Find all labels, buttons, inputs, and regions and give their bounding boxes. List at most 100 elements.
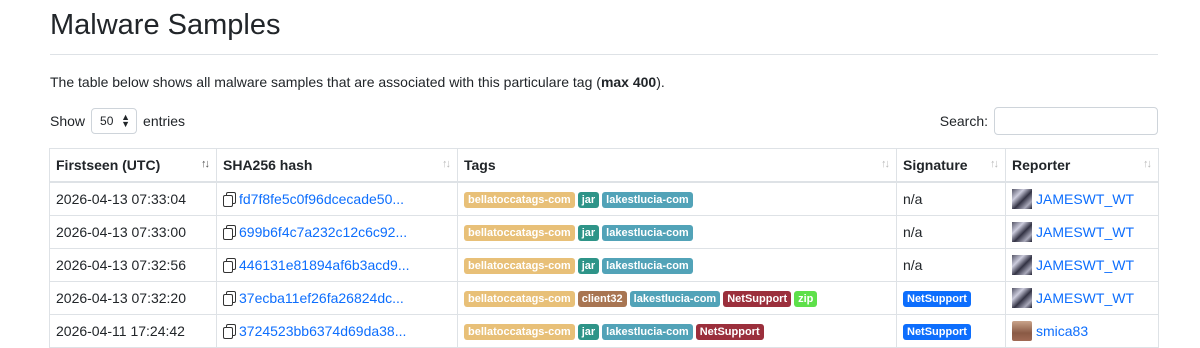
tag-badge[interactable]: NetSupport — [723, 291, 792, 307]
tags-cell: bellatoccatags-com jar lakestlucia-com NetS… — [457, 314, 897, 348]
reporter-link[interactable]: JAMESWT_WT — [1036, 257, 1134, 273]
hash-cell: 699b6f4c7a232c12c6c92... — [216, 215, 458, 249]
sha256-link[interactable]: 37ecba11ef26fa26824dc... — [239, 290, 404, 306]
avatar — [1012, 288, 1032, 308]
show-label: Show — [50, 113, 86, 129]
header-label: Tags — [464, 157, 496, 173]
table-row: 2026-04-13 07:32:56 446131e81894af6b3acd9… — [49, 248, 1159, 282]
select-arrows-icon: ▲ ▼ — [121, 112, 131, 129]
header-label: Reporter — [1012, 157, 1071, 173]
header-sha256[interactable]: SHA256 hash ↑↓ — [216, 148, 458, 183]
header-label: SHA256 hash — [223, 157, 313, 173]
avatar — [1012, 222, 1032, 242]
copy-icon[interactable] — [223, 324, 236, 339]
tag-badge[interactable]: jar — [577, 324, 600, 340]
samples-table: Firstseen (UTC) ↑↓ SHA256 hash ↑↓ Tags ↑↓ S… — [49, 148, 1159, 348]
signature-cell: NetSupport — [896, 314, 1006, 348]
entries-select[interactable]: 50 ▲ ▼ — [91, 108, 138, 134]
reporter-link[interactable]: JAMESWT_WT — [1036, 224, 1134, 240]
tag-badge[interactable]: bellatoccatags-com — [464, 324, 575, 340]
avatar — [1012, 255, 1032, 275]
sha256-link[interactable]: 699b6f4c7a232c12c6c92... — [239, 224, 407, 240]
tag-badge[interactable]: bellatoccatags-com — [464, 291, 575, 307]
signature-badge[interactable]: NetSupport — [903, 291, 971, 307]
copy-icon[interactable] — [223, 192, 236, 207]
sort-icon: ↑↓ — [990, 158, 999, 170]
sort-desc-icon: ↑↓ — [201, 158, 210, 170]
tag-badge[interactable]: jar — [577, 258, 600, 274]
avatar — [1012, 189, 1032, 209]
avatar — [1012, 321, 1032, 341]
header-firstseen[interactable]: Firstseen (UTC) ↑↓ — [49, 148, 217, 183]
sort-icon: ↑↓ — [881, 158, 890, 170]
tag-badge[interactable]: jar — [577, 192, 600, 208]
signature-cell: n/a — [896, 181, 1006, 216]
tags-cell: bellatoccatags-com jar lakestlucia-com — [457, 181, 897, 216]
firstseen-cell: 2026-04-11 17:24:42 — [49, 314, 217, 348]
copy-icon[interactable] — [223, 225, 236, 240]
signature-badge[interactable]: NetSupport — [903, 324, 971, 340]
intro-max: max 400 — [600, 74, 657, 90]
tag-badge[interactable]: client32 — [577, 291, 627, 307]
header-tags[interactable]: Tags ↑↓ — [457, 148, 897, 183]
reporter-cell: smica83 — [1005, 314, 1159, 348]
signature-cell: n/a — [896, 248, 1006, 282]
firstseen-cell: 2026-04-13 07:33:04 — [49, 181, 217, 216]
tag-badge[interactable]: lakestlucia-com — [629, 291, 721, 307]
reporter-link[interactable]: smica83 — [1036, 323, 1088, 339]
tag-badge[interactable]: lakestlucia-com — [602, 192, 693, 208]
reporter: JAMESWT_WT — [1012, 222, 1152, 242]
copy-icon[interactable] — [223, 291, 236, 306]
hash-cell: 3724523bb6374d69da38... — [216, 314, 458, 348]
intro-main: The table below shows all malware sample… — [50, 74, 601, 90]
reporter: JAMESWT_WT — [1012, 189, 1152, 209]
tag-badge[interactable]: lakestlucia-com — [602, 225, 693, 241]
sort-icon: ↑↓ — [1143, 158, 1152, 170]
intro-end: ). — [656, 74, 665, 90]
firstseen-cell: 2026-04-13 07:32:56 — [49, 248, 217, 282]
tag-badge[interactable]: lakestlucia-com — [602, 324, 693, 340]
reporter-link[interactable]: JAMESWT_WT — [1036, 191, 1134, 207]
tag-badge[interactable]: jar — [577, 225, 600, 241]
entries-label: entries — [143, 113, 186, 129]
tag-badge[interactable]: lakestlucia-com — [602, 258, 693, 274]
table-row: 2026-04-13 07:33:04 fd7f8fe5c0f96dcecade5… — [49, 181, 1159, 216]
copy-icon[interactable] — [223, 258, 236, 273]
page: Malware Samples The table below shows al… — [0, 0, 1200, 348]
table-row: 2026-04-13 07:33:00 699b6f4c7a232c12c6c92… — [49, 215, 1159, 249]
tag-badge[interactable]: zip — [794, 291, 818, 307]
firstseen-cell: 2026-04-13 07:32:20 — [49, 281, 217, 315]
search-input[interactable] — [994, 107, 1158, 135]
sha256-link[interactable]: 3724523bb6374d69da38... — [239, 323, 406, 339]
signature-text: n/a — [903, 257, 923, 273]
search-control: Search: — [940, 107, 1158, 135]
tag-badge[interactable]: bellatoccatags-com — [464, 225, 575, 241]
reporter-cell: JAMESWT_WT — [1005, 248, 1159, 282]
reporter: JAMESWT_WT — [1012, 288, 1152, 308]
page-title: Malware Samples — [50, 9, 281, 41]
tags-cell: bellatoccatags-com jar lakestlucia-com — [457, 248, 897, 282]
reporter-cell: JAMESWT_WT — [1005, 181, 1159, 216]
reporter-cell: JAMESWT_WT — [1005, 281, 1159, 315]
reporter-cell: JAMESWT_WT — [1005, 215, 1159, 249]
sha256-link[interactable]: 446131e81894af6b3acd9... — [239, 257, 410, 273]
header-signature[interactable]: Signature ↑↓ — [896, 148, 1006, 183]
tags-cell: bellatoccatags-com client32 lakestlucia-co… — [457, 281, 897, 315]
entries-length-control: Show 50 ▲ ▼ entries — [50, 108, 185, 134]
tag-badge[interactable]: bellatoccatags-com — [464, 192, 575, 208]
title-divider — [50, 54, 1158, 55]
header-label: Firstseen (UTC) — [56, 157, 161, 173]
firstseen-cell: 2026-04-13 07:33:00 — [49, 215, 217, 249]
tag-badge[interactable]: bellatoccatags-com — [464, 258, 575, 274]
signature-cell: n/a — [896, 215, 1006, 249]
table-row: 2026-04-13 07:32:20 37ecba11ef26fa26824dc… — [49, 281, 1159, 315]
header-reporter[interactable]: Reporter ↑↓ — [1005, 148, 1159, 183]
tag-badge[interactable]: NetSupport — [695, 324, 764, 340]
entries-value: 50 — [100, 114, 114, 128]
table-row: 2026-04-11 17:24:42 3724523bb6374d69da38.… — [49, 314, 1159, 348]
sort-icon: ↑↓ — [442, 158, 451, 170]
hash-cell: 37ecba11ef26fa26824dc... — [216, 281, 458, 315]
reporter-link[interactable]: JAMESWT_WT — [1036, 290, 1134, 306]
tags-cell: bellatoccatags-com jar lakestlucia-com — [457, 215, 897, 249]
sha256-link[interactable]: fd7f8fe5c0f96dcecade50... — [239, 191, 404, 207]
